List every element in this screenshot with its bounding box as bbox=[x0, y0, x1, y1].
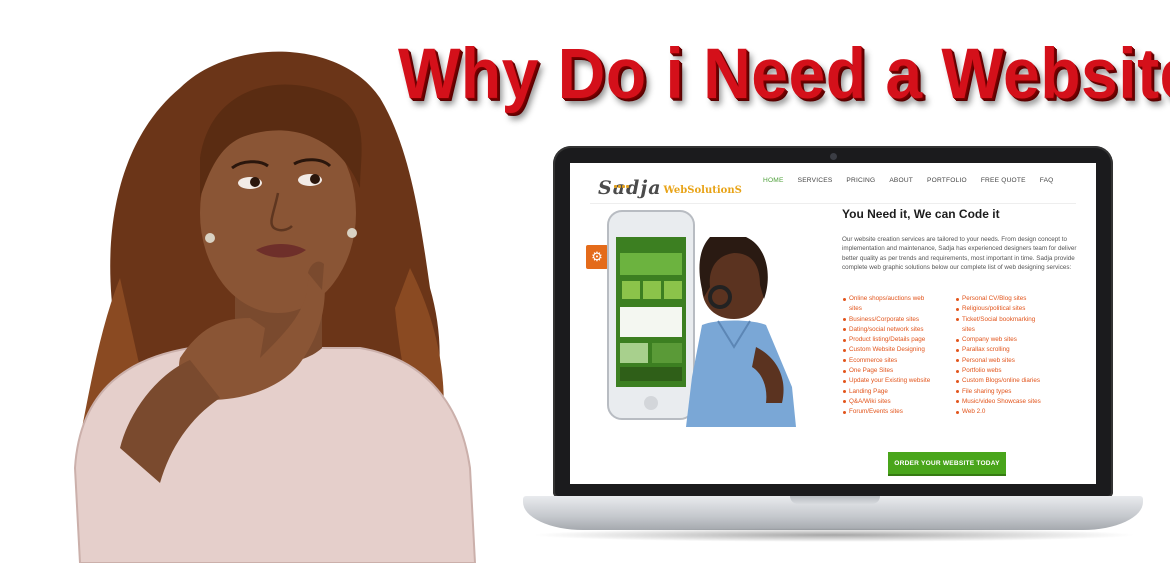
list-item: Personal web sites bbox=[955, 356, 1080, 366]
nav-faq[interactable]: FAQ bbox=[1033, 177, 1061, 184]
order-website-button[interactable]: ORDER YOUR WEBSITE TODAY bbox=[888, 452, 1006, 476]
services-list-left: Online shops/auctions web sites Business… bbox=[842, 294, 954, 418]
list-item: Online shops/auctions web bbox=[842, 294, 954, 304]
list-item: Update your Existing website bbox=[842, 376, 954, 386]
list-item: Personal CV/Blog sites bbox=[955, 294, 1080, 304]
site-logo[interactable]: Sadja WebSolutionS bbox=[598, 177, 742, 199]
list-item: Forum/Events sites bbox=[842, 407, 954, 417]
list-item: sites bbox=[962, 325, 975, 333]
list-item: Dating/social network sites bbox=[842, 325, 954, 335]
list-item: Company web sites bbox=[955, 335, 1080, 345]
list-item: Religious/political sites bbox=[955, 304, 1080, 314]
services-list-right: Personal CV/Blog sites Religious/politic… bbox=[955, 294, 1080, 418]
nav-home[interactable]: HOME bbox=[756, 177, 791, 184]
list-item: Ticket/Social bookmarking bbox=[955, 315, 1080, 325]
list-item: Music/video Showcase sites bbox=[955, 397, 1080, 407]
list-item: Product listing/Details page bbox=[842, 335, 954, 345]
laptop-notch bbox=[790, 496, 880, 504]
webcam-icon bbox=[830, 153, 837, 160]
nav-about[interactable]: ABOUT bbox=[882, 177, 920, 184]
thinking-woman-image bbox=[73, 51, 477, 563]
list-item: Ecommerce sites bbox=[842, 356, 954, 366]
nav-pricing[interactable]: PRICING bbox=[839, 177, 882, 184]
nav-divider bbox=[590, 203, 1076, 204]
list-item: Web 2.0 bbox=[955, 407, 1080, 417]
site-nav: HOME SERVICES PRICING ABOUT PORTFOLIO FR… bbox=[756, 177, 1061, 184]
intro-paragraph: Our website creation services are tailor… bbox=[842, 236, 1077, 271]
list-item: One Page Sites bbox=[842, 366, 954, 376]
list-item: sites bbox=[849, 305, 862, 313]
list-item: Business/Corporate sites bbox=[842, 315, 954, 325]
hero-image bbox=[607, 210, 796, 427]
nav-portfolio[interactable]: PORTFOLIO bbox=[920, 177, 974, 184]
laptop-screen: Sadja WebSolutionS HOME SERVICES PRICING… bbox=[570, 163, 1096, 484]
list-item: Q&A/Wiki sites bbox=[842, 397, 954, 407]
list-item: Portfolio webs bbox=[955, 366, 1080, 376]
logo-dots-icon bbox=[614, 175, 638, 188]
nav-free-quote[interactable]: FREE QUOTE bbox=[974, 177, 1033, 184]
list-item: Landing Page bbox=[842, 387, 954, 397]
list-item: File sharing types bbox=[955, 387, 1080, 397]
list-item: Custom Blogs/online diaries bbox=[955, 376, 1080, 386]
gear-icon[interactable]: ⚙ bbox=[586, 245, 608, 269]
nav-services[interactable]: SERVICES bbox=[791, 177, 840, 184]
laptop-shadow bbox=[530, 528, 1138, 542]
section-title: You Need it, We can Code it bbox=[842, 207, 1000, 221]
page-headline: Why Do i Need a Website bbox=[398, 33, 1170, 113]
list-item: Custom Website Designing bbox=[842, 345, 954, 355]
logo-text: WebSolutionS bbox=[663, 185, 742, 196]
list-item: Parallax scrolling bbox=[955, 345, 1080, 355]
